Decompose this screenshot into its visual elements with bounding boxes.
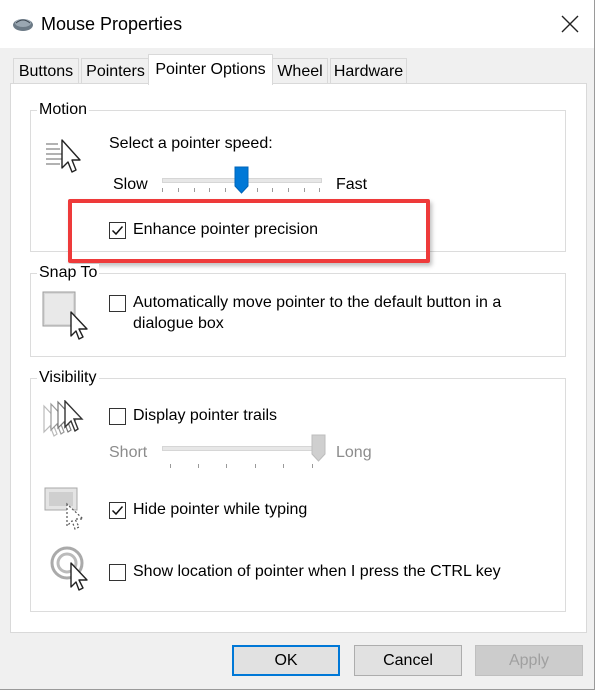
ok-button[interactable]: OK	[232, 645, 340, 676]
snap-to-default-checkbox[interactable]	[109, 295, 126, 312]
snap-to-label-line2[interactable]: dialogue box	[133, 314, 224, 334]
tab-pointer-options[interactable]: Pointer Options	[148, 54, 273, 85]
apply-button-label: Apply	[508, 652, 550, 669]
tab-label: Wheel	[277, 63, 323, 80]
tab-label: Pointers	[86, 63, 145, 80]
pointer-location-icon	[49, 545, 93, 596]
long-label: Long	[336, 444, 372, 461]
display-pointer-trails-checkbox[interactable]	[109, 408, 126, 425]
motion-group-label: Motion	[37, 101, 90, 119]
close-button[interactable]	[554, 8, 586, 40]
tab-label: Buttons	[18, 63, 74, 80]
pointer-trails-icon	[42, 399, 92, 451]
snap-to-pointer-icon	[41, 290, 93, 347]
tab-pointers[interactable]: Pointers	[81, 58, 150, 84]
snap-to-group-label: Snap To	[37, 264, 100, 282]
tab-hardware[interactable]: Hardware	[330, 58, 407, 84]
show-pointer-location-label[interactable]: Show location of pointer when I press th…	[133, 562, 501, 582]
slow-label: Slow	[113, 176, 148, 193]
visibility-group-label: Visibility	[37, 369, 99, 387]
display-pointer-trails-label[interactable]: Display pointer trails	[133, 406, 277, 426]
mouse-icon	[12, 15, 34, 38]
pointer-trails-ticks	[162, 464, 320, 472]
pointer-trails-track	[162, 446, 322, 451]
hide-pointer-while-typing-label[interactable]: Hide pointer while typing	[133, 500, 307, 520]
fast-label: Fast	[336, 176, 368, 193]
pointer-speed-label: Select a pointer speed:	[109, 135, 273, 152]
snap-to-label-line1[interactable]: Automatically move pointer to the defaul…	[133, 293, 501, 313]
tab-label: Pointer Options	[155, 61, 266, 78]
show-pointer-location-checkbox[interactable]	[109, 564, 126, 581]
window-title: Mouse Properties	[41, 14, 183, 34]
tab-buttons[interactable]: Buttons	[13, 58, 79, 84]
tab-label: Hardware	[333, 63, 404, 80]
close-icon	[554, 15, 586, 44]
title-bar: Mouse Properties	[0, 0, 594, 48]
short-label: Short	[109, 444, 148, 461]
pointer-trails-slider[interactable]	[311, 434, 326, 467]
snap-to-group	[30, 273, 566, 357]
pointer-speed-icon	[44, 136, 92, 181]
tab-wheel[interactable]: Wheel	[272, 58, 328, 84]
hide-pointer-while-typing-checkbox[interactable]	[109, 502, 126, 519]
mouse-properties-window: Mouse Properties Buttons Pointers Pointe…	[0, 0, 595, 690]
ok-button-label: OK	[274, 652, 298, 669]
hide-pointer-icon	[43, 486, 91, 535]
apply-button[interactable]: Apply	[475, 645, 583, 676]
cancel-button[interactable]: Cancel	[354, 645, 462, 676]
pointer-speed-slider[interactable]	[234, 166, 249, 199]
annotation-highlight	[68, 199, 430, 263]
cancel-button-label: Cancel	[383, 652, 433, 669]
